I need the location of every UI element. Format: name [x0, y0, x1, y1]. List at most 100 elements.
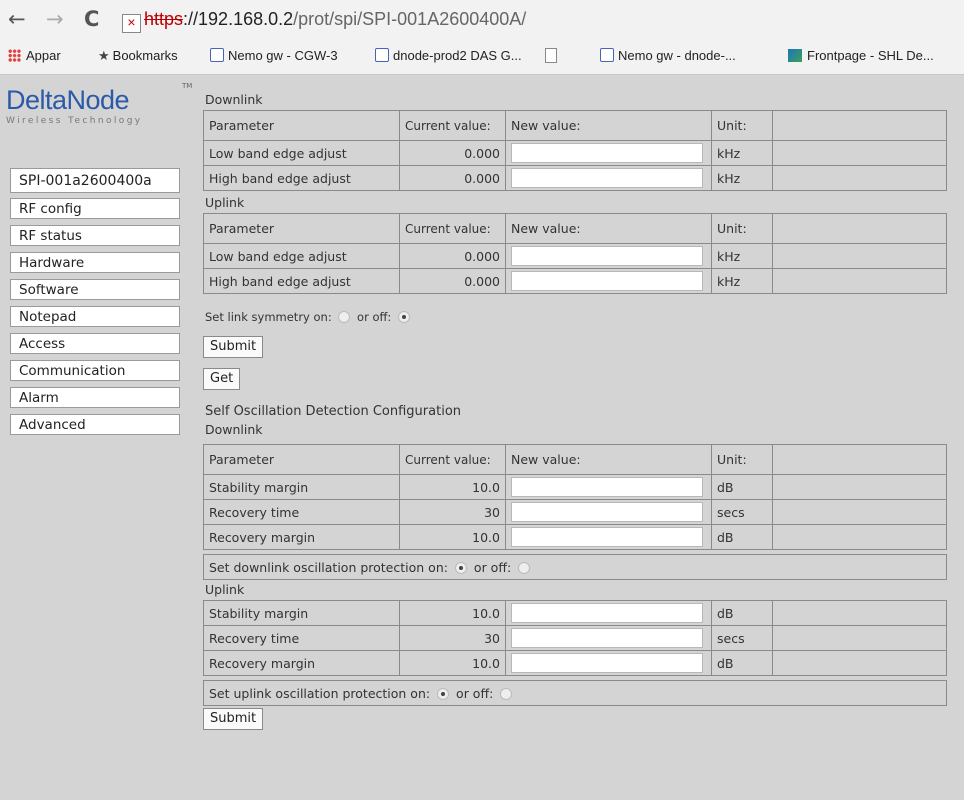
link-symmetry-option: Set link symmetry on: or off: — [203, 302, 947, 332]
back-arrow-icon[interactable]: ← — [8, 6, 26, 32]
table-row: High band edge adjust 0.000 kHz — [203, 268, 947, 294]
parameter-cell: Recovery margin — [203, 650, 400, 676]
address-bar[interactable]: × https://192.168.0.2/prot/spi/SPI-001A26… — [122, 6, 526, 33]
new-value-input[interactable] — [511, 271, 703, 291]
current-value-header: Current value: — [399, 110, 506, 141]
bookmark-item[interactable]: Appar — [8, 48, 61, 63]
new-value-input[interactable] — [511, 477, 703, 497]
new-value-input[interactable] — [511, 603, 703, 623]
empty-cell — [772, 474, 947, 500]
logo-tagline: Wireless Technology — [6, 116, 143, 126]
table-row: Recovery margin 10.0 dB — [203, 524, 947, 550]
current-value-header: Current value: — [399, 213, 506, 244]
parameter-cell: Stability margin — [203, 600, 400, 626]
forward-arrow-icon[interactable]: → — [46, 6, 64, 32]
new-value-input[interactable] — [511, 527, 703, 547]
unit-cell: dB — [711, 650, 773, 676]
empty-cell — [772, 140, 947, 166]
unit-header: Unit: — [711, 110, 773, 141]
current-value-cell: 10.0 — [399, 600, 506, 626]
new-value-header: New value: — [505, 444, 712, 475]
table-row: Recovery margin 10.0 dB — [203, 650, 947, 676]
new-value-input[interactable] — [511, 502, 703, 522]
bookmarks-bar: Appar ★ Bookmarks Nemo gw - CGW-3 dnode-prod… — [0, 44, 964, 70]
page-icon — [375, 48, 389, 62]
empty-cell — [772, 213, 947, 244]
bookmark-label: Nemo gw - CGW-3 — [228, 48, 338, 63]
sidebar-item-alarm[interactable]: Alarm — [10, 387, 180, 408]
unit-header: Unit: — [711, 444, 773, 475]
site-icon — [788, 49, 802, 62]
sidebar-item-rf-status[interactable]: RF status — [10, 225, 180, 246]
sidebar-item-notepad[interactable]: Notepad — [10, 306, 180, 327]
empty-cell — [772, 650, 947, 676]
sidebar-item-communication[interactable]: Communication — [10, 360, 180, 381]
bookmark-item[interactable]: ★ Bookmarks — [98, 48, 178, 64]
unit-cell: kHz — [711, 268, 773, 294]
self-osc-downlink-label: Downlink — [205, 422, 263, 437]
sidebar-item-software[interactable]: Software — [10, 279, 180, 300]
sidebar-item-advanced[interactable]: Advanced — [10, 414, 180, 435]
deltanode-logo: DeltaNode Wireless Technology TM — [6, 82, 192, 134]
new-value-cell — [505, 140, 712, 166]
bookmark-item[interactable] — [545, 48, 561, 63]
current-value-cell: 30 — [399, 499, 506, 525]
band-edge-downlink-label: Downlink — [205, 92, 263, 107]
new-value-input[interactable] — [511, 653, 703, 673]
empty-cell — [772, 524, 947, 550]
downlink-protect-on-radio[interactable] — [454, 562, 467, 574]
parameter-header: Parameter — [203, 213, 400, 244]
self-osc-submit-button[interactable]: Submit — [203, 708, 264, 730]
symmetry-off-label: or off: — [357, 310, 392, 324]
new-value-input[interactable] — [511, 628, 703, 648]
sidebar-item-spi-001a2600400a[interactable]: SPI-001a2600400a — [10, 168, 180, 193]
submit-button[interactable]: Submit — [203, 336, 264, 358]
downlink-protect-off-radio[interactable] — [518, 562, 531, 574]
empty-cell — [772, 243, 947, 269]
self-osc-downlink-table: Parameter Current value: New value: Unit: St… — [203, 444, 947, 550]
bookmark-item[interactable]: Nemo gw - CGW-3 — [210, 48, 338, 63]
sidebar-item-access[interactable]: Access — [10, 333, 180, 354]
new-value-cell — [505, 165, 712, 191]
reload-icon[interactable]: C — [84, 6, 99, 32]
table-row: Recovery time 30 secs — [203, 625, 947, 651]
table-row: Low band edge adjust 0.000 kHz — [203, 140, 947, 166]
new-value-input[interactable] — [511, 246, 703, 266]
new-value-header: New value: — [505, 110, 712, 141]
current-value-cell: 0.000 — [399, 243, 506, 269]
bookmark-item[interactable]: Nemo gw - dnode-... — [600, 48, 736, 63]
uplink-protect-off-radio[interactable] — [500, 688, 513, 700]
empty-cell — [772, 499, 947, 525]
current-value-header: Current value: — [399, 444, 506, 475]
url-path: /prot/spi/SPI-001A2600400A/ — [293, 9, 527, 29]
insecure-warning-icon: × — [122, 14, 141, 33]
bookmark-item[interactable]: Frontpage - SHL De... — [788, 48, 934, 63]
empty-cell — [772, 625, 947, 651]
sidebar-item-rf-config[interactable]: RF config — [10, 198, 180, 219]
parameter-cell: Low band edge adjust — [203, 243, 400, 269]
bookmark-label: dnode-prod2 DAS G... — [393, 48, 522, 63]
current-value-cell: 0.000 — [399, 165, 506, 191]
self-osc-title: Self Oscillation Detection Configuration — [205, 404, 462, 419]
current-value-cell: 0.000 — [399, 140, 506, 166]
unit-cell: dB — [711, 524, 773, 550]
new-value-input[interactable] — [511, 168, 703, 188]
new-value-input[interactable] — [511, 143, 703, 163]
symmetry-on-radio[interactable] — [338, 311, 351, 323]
parameter-cell: Recovery time — [203, 499, 400, 525]
uplink-protect-on-radio[interactable] — [437, 688, 450, 700]
current-value-cell: 10.0 — [399, 474, 506, 500]
band-edge-uplink-label: Uplink — [205, 195, 245, 210]
symmetry-off-radio[interactable] — [397, 311, 410, 323]
downlink-protect-off-label: or off: — [473, 560, 512, 575]
symmetry-on-label: Set link symmetry on: — [205, 310, 332, 324]
get-button[interactable]: Get — [203, 368, 241, 390]
current-value-cell: 10.0 — [399, 524, 506, 550]
table-row: Recovery time 30 secs — [203, 499, 947, 525]
unit-cell: dB — [711, 600, 773, 626]
table-row: Stability margin 10.0 dB — [203, 474, 947, 500]
sidebar-item-hardware[interactable]: Hardware — [10, 252, 180, 273]
table-row: High band edge adjust 0.000 kHz — [203, 165, 947, 191]
new-value-cell — [505, 600, 712, 626]
bookmark-item[interactable]: dnode-prod2 DAS G... — [375, 48, 522, 63]
